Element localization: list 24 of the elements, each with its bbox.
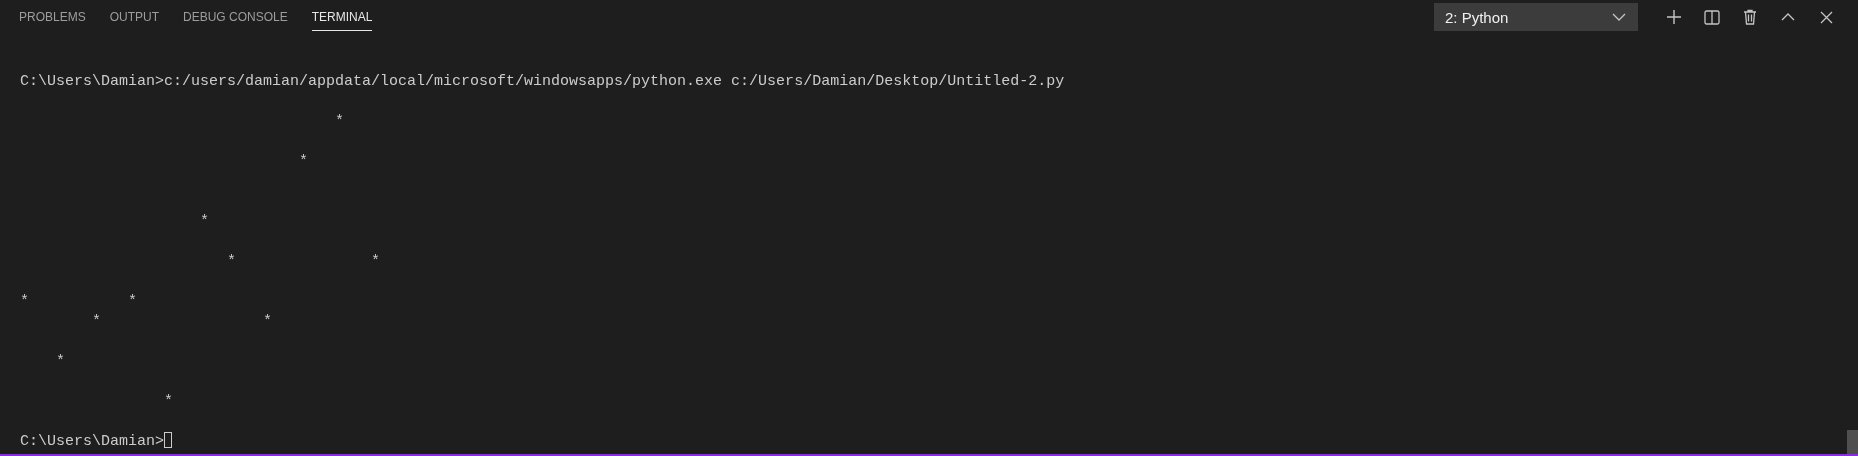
output-line: * [199,213,210,230]
text-cursor [164,432,173,448]
panel-tab[interactable]: DEBUG CONSOLE [183,0,288,31]
trash-icon [1743,9,1757,25]
chevron-up-icon [1781,13,1795,21]
panel-tab[interactable]: PROBLEMS [19,0,86,31]
split-icon [1704,9,1720,25]
close-icon [1819,10,1833,24]
scrollbar-thumb[interactable] [1847,430,1858,454]
output-line: * [334,113,345,130]
panel-tab[interactable]: TERMINAL [311,0,373,31]
plus-icon [1666,9,1682,25]
terminal-dropdown[interactable]: 2: Python [1434,3,1638,31]
output-line: * * [20,293,138,310]
output-line: * [55,353,65,370]
panel-tab[interactable]: OUTPUT [109,0,160,31]
dropdown-value: 2: Python [1445,8,1509,26]
command-line: C:\Users\Damian>c:/users/damian/appdata/local/microsoft/windowsapps/python.exe c:/Users/Damian/Desktop/Untitled-2.py [20,73,1065,90]
output-line: * * [226,253,381,270]
prompt-text: C:\Users\Damian> [20,433,165,450]
output-line: * * [91,313,273,330]
output-line: * [163,393,174,410]
chevron-down-icon [1612,13,1626,21]
output-line: * [298,153,309,170]
